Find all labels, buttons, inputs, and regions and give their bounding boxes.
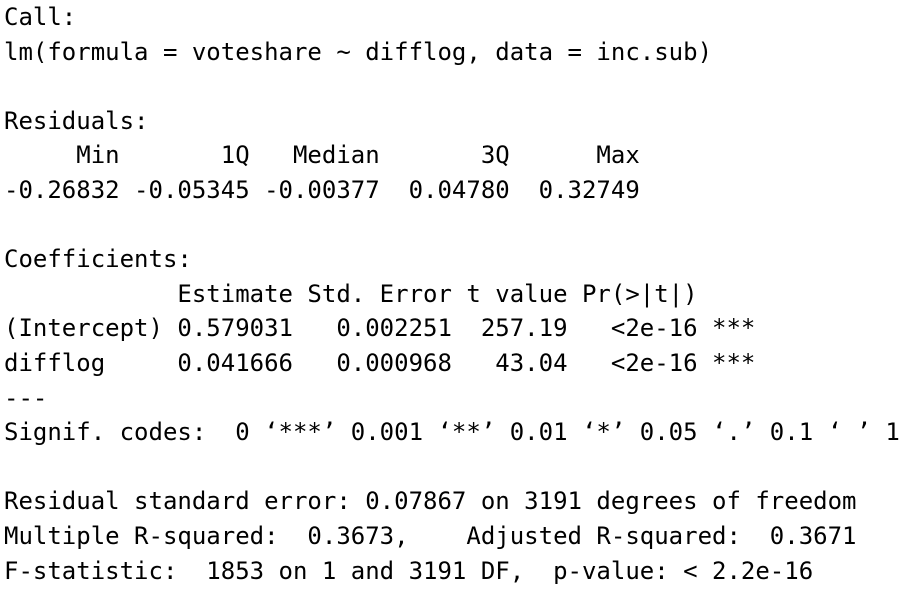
coefficients-row-difflog: difflog 0.041666 0.000968 43.04 <2e-16 *…	[4, 349, 756, 377]
coefficients-column-headers: Estimate Std. Error t value Pr(>|t|)	[4, 279, 756, 308]
signif-codes-legend: Signif. codes: 0 ‘***’ 0.001 ‘**’ 0.01 ‘…	[4, 418, 900, 447]
residuals-quantile-values: -0.26832 -0.05345 -0.00377 0.04780 0.327…	[4, 176, 655, 204]
f-statistic-line: F-statistic: 1853 on 1 and 3191 DF, p-va…	[4, 556, 814, 585]
call-header: Call:	[4, 3, 77, 31]
coefficients-row-intercept: (Intercept) 0.579031 0.002251 257.19 <2e…	[4, 314, 756, 343]
residuals-header: Residuals:	[4, 106, 149, 135]
r-squared-line: Multiple R-squared: 0.3673, Adjusted R-s…	[4, 522, 871, 550]
coefficients-header: Coefficients:	[4, 245, 192, 274]
r-console-output: Call: lm(formula = voteshare ~ difflog, …	[4, 0, 904, 598]
residuals-quantile-labels: Min 1Q Median 3Q Max	[4, 141, 655, 170]
residual-standard-error: Residual standard error: 0.07867 on 3191…	[4, 487, 857, 516]
call-formula: lm(formula = voteshare ~ difflog, data =…	[4, 37, 713, 66]
separator-line: ---	[4, 383, 48, 412]
